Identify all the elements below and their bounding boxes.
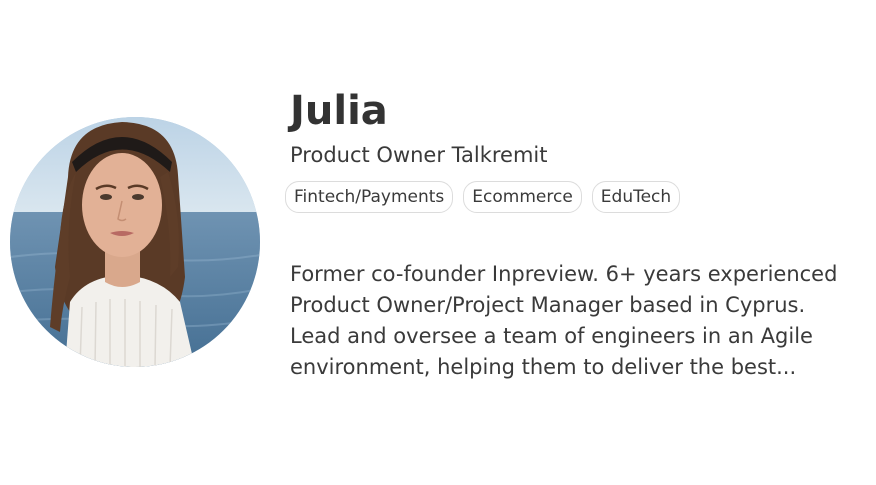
tag-ecommerce[interactable]: Ecommerce — [463, 181, 582, 213]
profile-bio: Former co-founder Inpreview. 6+ years ex… — [290, 262, 838, 379]
profile-name: Julia — [290, 88, 388, 134]
tag-edutech[interactable]: EduTech — [591, 181, 681, 213]
profile-avatar — [10, 117, 260, 367]
profile-role: Product Owner Talkremit — [290, 143, 548, 167]
tag-fintech-payments[interactable]: Fintech/Payments — [285, 181, 454, 213]
tag-list: Fintech/Payments Ecommerce EduTech — [285, 181, 860, 213]
avatar-photo — [10, 117, 260, 367]
profile-info: Julia Product Owner Talkremit Fintech/Pa… — [285, 84, 860, 383]
